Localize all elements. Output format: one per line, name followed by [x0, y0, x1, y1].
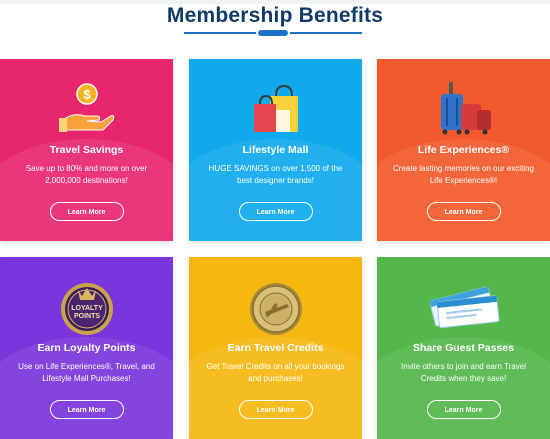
card-title: Life Experiences®: [417, 144, 510, 156]
learn-more-button[interactable]: Learn More: [49, 400, 124, 419]
card-description: Invite others to join and earn Travel Cr…: [401, 362, 526, 383]
card-description: Create lasting memories on our exciting …: [393, 164, 534, 185]
card-share-guest-passes: Share Guest Passes Invite others to join…: [377, 257, 550, 439]
page-title: Membership Benefits: [166, 4, 384, 27]
card-travel-savings: $ Travel Savings Save up to 80% and more…: [0, 59, 173, 241]
card-title: Share Guest Passes: [413, 342, 514, 354]
card-description: HUGE SAVINGS on over 1,500 of the best d…: [208, 164, 343, 185]
title-underline-left: [184, 32, 256, 34]
guest-pass-tickets-icon: [377, 273, 550, 341]
card-description: Save up to 80% and more on over 2,000,00…: [25, 164, 148, 185]
hand-dollar-icon: $: [0, 75, 173, 143]
loyalty-points-badge-icon: LOYALTY POINTS: [0, 273, 173, 341]
learn-more-button[interactable]: Learn More: [238, 400, 313, 419]
learn-more-button[interactable]: Learn More: [426, 202, 501, 221]
card-title: Earn Loyalty Points: [37, 342, 136, 354]
shopping-bags-icon: [189, 75, 362, 143]
card-earn-travel-credits: Earn Travel Credits Get Travel Credits o…: [189, 257, 362, 439]
title-underline-center: [258, 30, 288, 36]
card-description: Use on Life Experiences®, Travel, and Li…: [18, 362, 155, 383]
learn-more-button[interactable]: Learn More: [238, 202, 313, 221]
title-underline-right: [290, 32, 362, 34]
badge-text-line1: LOYALTY: [71, 305, 103, 312]
travel-credit-coin-icon: [189, 273, 362, 341]
card-title: Earn Travel Credits: [227, 342, 324, 354]
learn-more-button[interactable]: Learn More: [426, 400, 501, 419]
card-lifestyle-mall: Lifestyle Mall HUGE SAVINGS on over 1,50…: [189, 59, 362, 241]
card-life-experiences: Life Experiences® Create lasting memorie…: [377, 59, 550, 241]
learn-more-button[interactable]: Learn More: [49, 202, 124, 221]
card-title: Travel Savings: [49, 144, 124, 156]
badge-text-line2: POINTS: [73, 313, 99, 320]
svg-text:$: $: [83, 87, 91, 102]
luggage-icon: [377, 75, 550, 143]
card-title: Lifestyle Mall: [242, 144, 309, 156]
card-earn-loyalty-points: LOYALTY POINTS Earn Loyalty Points Use o…: [0, 257, 173, 439]
card-description: Get Travel Credits on all your bookings …: [206, 362, 345, 383]
